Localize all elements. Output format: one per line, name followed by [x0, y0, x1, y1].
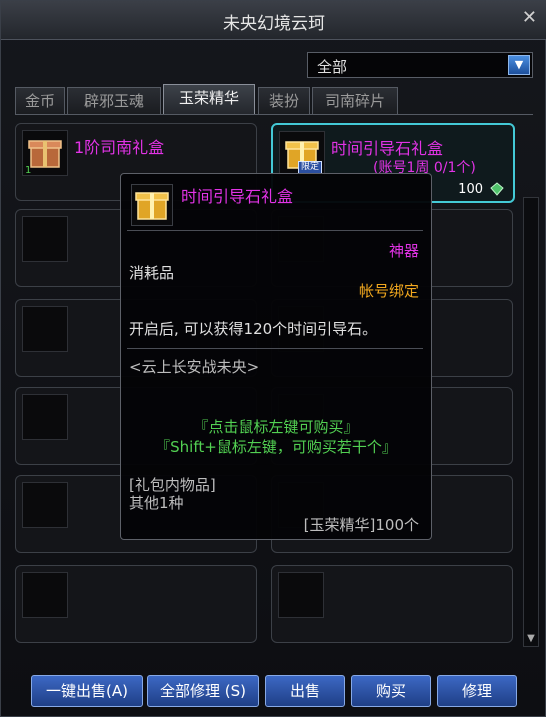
item-name: 时间引导石礼盒 [331, 139, 444, 158]
item-icon-frame: 1 [22, 130, 68, 176]
sell-all-button[interactable]: 一键出售(A) [31, 675, 143, 707]
tooltip-contents-value: 其他1种 [129, 494, 184, 512]
empty-item-slot[interactable] [15, 565, 257, 643]
close-icon[interactable]: ✕ [522, 7, 537, 28]
tab-divider [15, 114, 533, 115]
item-name: 1阶司南礼盒 [74, 138, 165, 157]
gift-box-icon [135, 192, 169, 220]
tooltip-hint-click: 『点击鼠标左键可购买』 [193, 418, 359, 436]
item-icon-frame [22, 394, 68, 440]
tooltip-grade: 神器 [388, 242, 419, 260]
repair-all-button[interactable]: 全部修理 (S) [147, 675, 259, 707]
tab-costume[interactable]: 装扮 [258, 87, 310, 114]
tab-bixie-yuhun[interactable]: 辟邪玉魂 [67, 87, 161, 114]
tooltip-title: 时间引导石礼盒 [181, 187, 294, 206]
item-icon-frame [22, 572, 68, 618]
dropdown-arrow-icon[interactable]: ▼ [508, 55, 530, 75]
tooltip-item-icon-frame [131, 184, 173, 226]
gift-box-icon [28, 140, 62, 168]
title-bar[interactable]: 未央幻境云珂 ✕ [1, 1, 546, 40]
item-icon-frame [22, 306, 68, 352]
empty-item-slot[interactable] [271, 565, 513, 643]
tooltip-divider [127, 348, 423, 349]
gem-currency-icon [490, 182, 504, 196]
tab-sinan-fragment[interactable]: 司南碎片 [312, 87, 398, 114]
tooltip-bind: 帐号绑定 [358, 282, 419, 300]
tooltip-source: <云上长安战未央> [129, 358, 260, 376]
tooltip-divider [127, 230, 423, 231]
scrollbar[interactable]: ▼ [523, 197, 539, 647]
buy-button[interactable]: 购买 [351, 675, 431, 707]
tab-yurong-jinghua[interactable]: 玉荣精华 [163, 84, 255, 114]
window-title: 未央幻境云珂 [223, 14, 325, 34]
filter-dropdown[interactable]: 全部 ▼ [307, 52, 533, 78]
tooltip-type: 消耗品 [129, 264, 175, 282]
sell-button[interactable]: 出售 [265, 675, 345, 707]
item-icon-frame [278, 572, 324, 618]
item-quantity: 1 [25, 165, 32, 176]
item-price: 100 [458, 182, 483, 197]
tooltip-hint-shift: 『Shift+鼠标左键，可购买若干个』 [155, 438, 397, 456]
scroll-down-icon[interactable]: ▼ [524, 632, 538, 646]
tab-gold[interactable]: 金币 [15, 87, 65, 114]
tooltip-cost: [玉荣精华]100个 [303, 516, 419, 534]
item-icon-frame [22, 216, 68, 262]
item-tooltip: 时间引导石礼盒 神器 消耗品 帐号绑定 开启后, 可以获得120个时间引导石。 … [120, 173, 432, 540]
tooltip-description: 开启后, 可以获得120个时间引导石。 [129, 320, 378, 338]
shop-window: 未央幻境云珂 ✕ 全部 ▼ 金币 辟邪玉魂 玉荣精华 装扮 司南碎片 1 1阶司… [0, 0, 546, 717]
item-icon-frame [22, 482, 68, 528]
repair-button[interactable]: 修理 [437, 675, 517, 707]
item-icon-frame: 限定 [279, 131, 325, 177]
filter-dropdown-value: 全部 [317, 58, 348, 76]
